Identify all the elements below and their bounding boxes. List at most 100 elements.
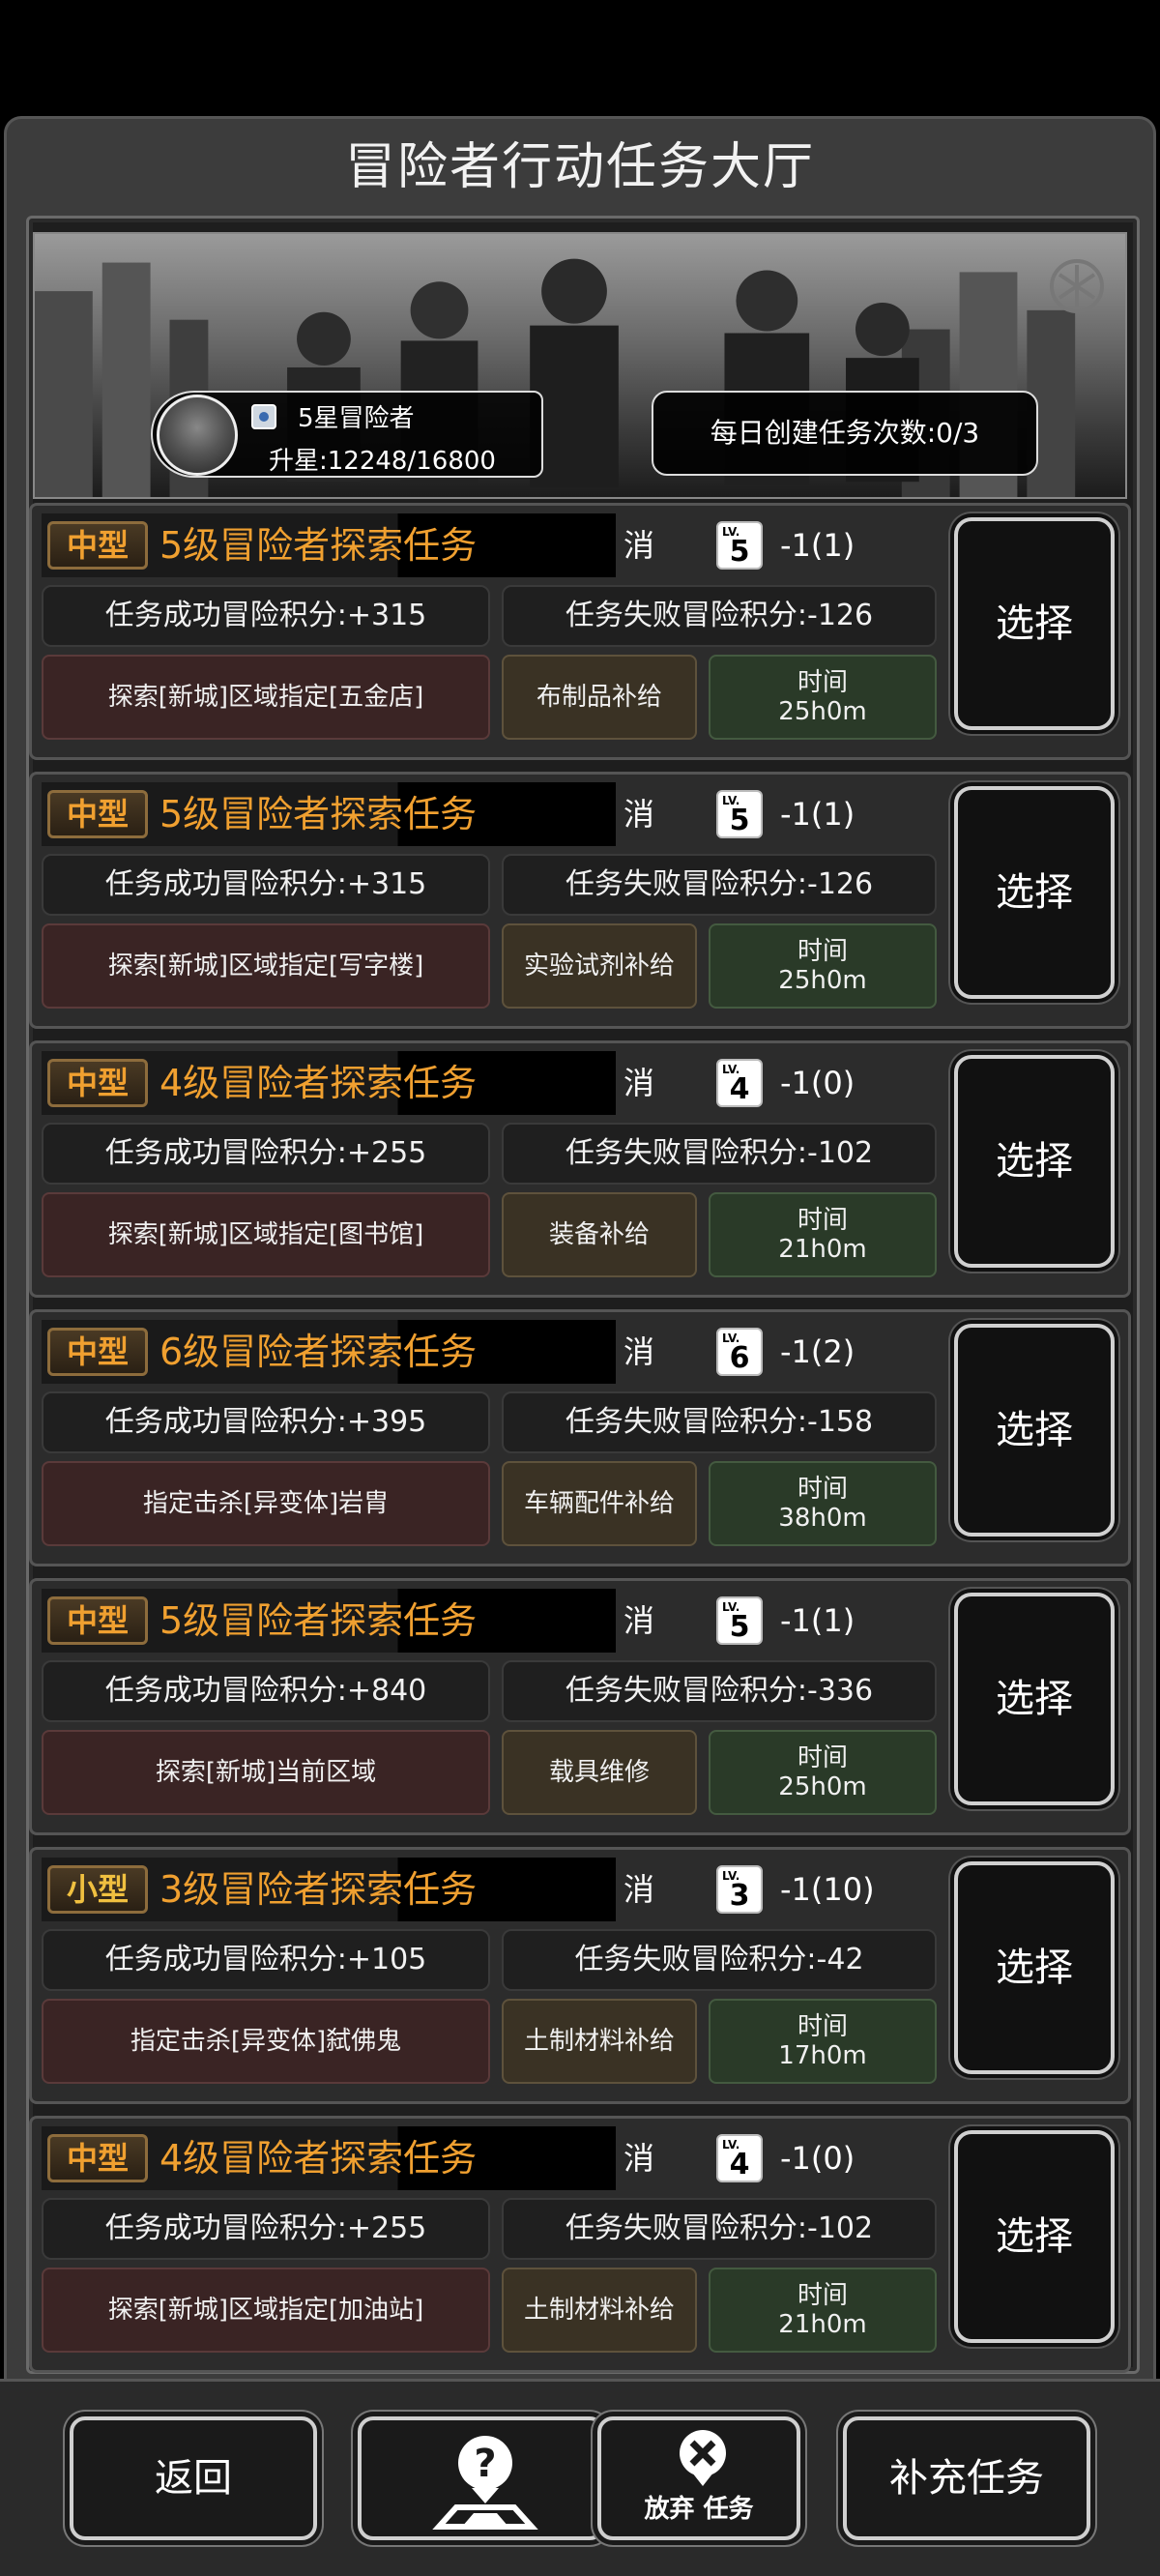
time-value: 25h0m (778, 697, 867, 726)
task-title: 5级冒险者探索任务 (160, 793, 478, 835)
task-size-tag: 中型 (47, 1059, 148, 1107)
level-card-icon: LV. 5 (716, 521, 763, 570)
lv-number: 4 (729, 2148, 750, 2181)
task-header: 中型5级冒险者探索任务消耗:LV.5-1(1) (42, 1589, 855, 1703)
time-value: 21h0m (778, 1235, 867, 1264)
cost-value: -1(1) (780, 796, 856, 833)
lv-number: 5 (729, 804, 750, 837)
task-title: 3级冒险者探索任务 (160, 1868, 478, 1911)
success-points: 任务成功冒险积分:+255 (42, 1123, 490, 1185)
task-header: 中型4级冒险者探索任务消耗:LV.4-1(0) (42, 2126, 855, 2240)
back-button[interactable]: 返回 (70, 2416, 317, 2540)
task-title: 6级冒险者探索任务 (160, 1331, 478, 1373)
time-value: 25h0m (778, 1772, 867, 1801)
task-card: 中型6级冒险者探索任务消耗:LV.6-1(2)任务成功冒险积分:+395任务失败… (29, 1309, 1131, 1566)
task-time: 时间 25h0m (709, 1730, 937, 1815)
task-objective: 探索[新城]区域指定[图书馆] (42, 1192, 490, 1277)
time-label: 时间 (797, 1475, 848, 1504)
level-card-icon: LV. 6 (716, 1328, 763, 1376)
success-points: 任务成功冒险积分:+315 (42, 585, 490, 647)
select-button[interactable]: 选择 (954, 1324, 1115, 1537)
player-info: 5星冒险者 升星:12248/16800 (151, 391, 543, 478)
task-title: 4级冒险者探索任务 (160, 1062, 478, 1104)
task-objective: 指定击杀[异变体]弑佛鬼 (42, 1999, 490, 2084)
level-card-icon: LV. 5 (716, 1596, 763, 1645)
task-title: 5级冒险者探索任务 (160, 524, 478, 567)
task-header: 中型6级冒险者探索任务消耗:LV.6-1(2) (42, 1320, 855, 1434)
avatar[interactable] (157, 395, 238, 476)
task-objective: 探索[新城]区域指定[加油站] (42, 2268, 490, 2353)
task-reward: 实验试剂补给 (502, 923, 697, 1009)
select-button[interactable]: 选择 (954, 1055, 1115, 1268)
time-value: 38h0m (778, 1504, 867, 1533)
time-label: 时间 (797, 937, 848, 966)
cost-value: -1(2) (780, 1333, 856, 1370)
task-card: 中型5级冒险者探索任务消耗:LV.5-1(1)任务成功冒险积分:+315任务失败… (29, 503, 1131, 760)
task-reward: 车辆配件补给 (502, 1461, 697, 1546)
time-value: 17h0m (778, 2041, 867, 2070)
cost-value: -1(1) (780, 527, 856, 564)
task-objective: 探索[新城]区域指定[五金店] (42, 655, 490, 740)
task-reward: 装备补给 (502, 1192, 697, 1277)
task-size-tag: 中型 (47, 521, 148, 570)
task-header: 小型3级冒险者探索任务消耗:LV.3-1(10) (42, 1858, 875, 1972)
task-card: 中型4级冒险者探索任务消耗:LV.4-1(0)任务成功冒险积分:+255任务失败… (29, 1040, 1131, 1298)
player-rank: 5星冒险者 (298, 404, 415, 433)
select-button[interactable]: 选择 (954, 1593, 1115, 1805)
task-reward: 载具维修 (502, 1730, 697, 1815)
task-time: 时间 25h0m (709, 655, 937, 740)
cost-value: -1(0) (780, 1065, 856, 1101)
lv-number: 4 (729, 1072, 750, 1106)
task-title: 5级冒险者探索任务 (160, 1599, 478, 1642)
svg-text:?: ? (474, 2442, 496, 2486)
task-card: 中型5级冒险者探索任务消耗:LV.5-1(1)任务成功冒险积分:+840任务失败… (29, 1578, 1131, 1835)
abandon-label: 放弃 任务 (644, 2495, 754, 2524)
cost-value: -1(10) (780, 1871, 875, 1908)
level-card-icon: LV. 3 (716, 1865, 763, 1914)
fail-points: 任务失败冒险积分:-42 (502, 1929, 937, 1991)
task-time: 时间 21h0m (709, 1192, 937, 1277)
fail-points: 任务失败冒险积分:-102 (502, 2198, 937, 2260)
fail-points: 任务失败冒险积分:-336 (502, 1660, 937, 1722)
success-points: 任务成功冒险积分:+315 (42, 854, 490, 916)
task-reward: 布制品补给 (502, 655, 697, 740)
task-time: 时间 21h0m (709, 2268, 937, 2353)
task-size-tag: 小型 (47, 1865, 148, 1914)
lv-number: 5 (729, 535, 750, 569)
select-button[interactable]: 选择 (954, 517, 1115, 730)
time-value: 25h0m (778, 966, 867, 995)
upgrade-progress: 升星:12248/16800 (269, 447, 496, 476)
daily-create-count: 每日创建任务次数:0/3 (652, 391, 1038, 476)
task-size-tag: 中型 (47, 1596, 148, 1645)
bottom-bar: 返回 ? 放弃 任务 补充任务 (0, 2379, 1160, 2576)
rank-star-icon (251, 404, 276, 429)
task-time: 时间 38h0m (709, 1461, 937, 1546)
time-label: 时间 (797, 1743, 848, 1772)
task-objective: 探索[新城]区域指定[写字楼] (42, 923, 490, 1009)
time-label: 时间 (797, 1206, 848, 1235)
time-label: 时间 (797, 2281, 848, 2310)
task-size-tag: 中型 (47, 1328, 148, 1376)
task-objective: 探索[新城]当前区域 (42, 1730, 490, 1815)
time-label: 时间 (797, 668, 848, 697)
task-card: 中型4级冒险者探索任务消耗:LV.4-1(0)任务成功冒险积分:+255任务失败… (29, 2116, 1131, 2373)
lv-number: 5 (729, 1610, 750, 1644)
success-points: 任务成功冒险积分:+395 (42, 1391, 490, 1453)
level-card-icon: LV. 4 (716, 2134, 763, 2182)
success-points: 任务成功冒险积分:+105 (42, 1929, 490, 1991)
lv-number: 6 (729, 1341, 750, 1375)
help-button[interactable]: ? (358, 2416, 605, 2540)
task-reward: 土制材料补给 (502, 1999, 697, 2084)
fail-points: 任务失败冒险积分:-158 (502, 1391, 937, 1453)
task-size-tag: 中型 (47, 2134, 148, 2182)
refill-task-button[interactable]: 补充任务 (843, 2416, 1090, 2540)
select-button[interactable]: 选择 (954, 1861, 1115, 2074)
task-time: 时间 17h0m (709, 1999, 937, 2084)
success-points: 任务成功冒险积分:+840 (42, 1660, 490, 1722)
select-button[interactable]: 选择 (954, 786, 1115, 999)
fail-points: 任务失败冒险积分:-102 (502, 1123, 937, 1185)
abandon-task-button[interactable]: 放弃 任务 (597, 2416, 800, 2540)
select-button[interactable]: 选择 (954, 2130, 1115, 2343)
level-card-icon: LV. 4 (716, 1059, 763, 1107)
task-header: 中型5级冒险者探索任务消耗:LV.5-1(1) (42, 513, 855, 628)
